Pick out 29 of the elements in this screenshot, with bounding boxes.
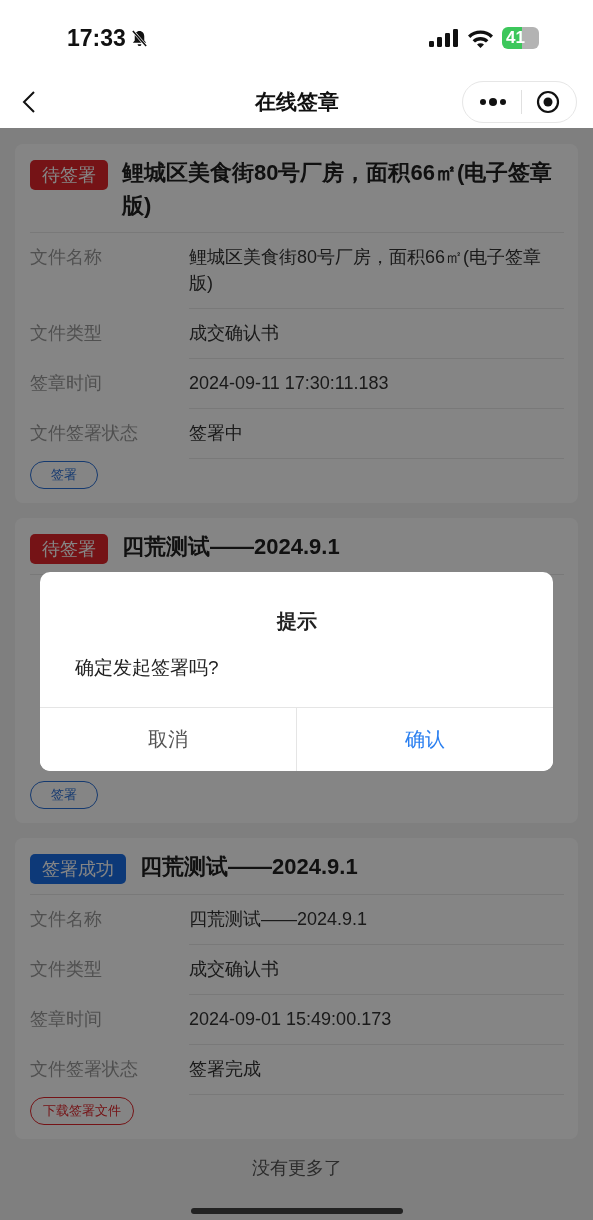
status-tag: 待签署 [30, 160, 108, 190]
list-end-text: 没有更多了 [250, 1157, 343, 1180]
action-button[interactable]: 签署 [30, 461, 98, 489]
action-button[interactable]: 签署 [30, 781, 98, 809]
close-target-icon[interactable] [536, 90, 560, 114]
status-time: 17:33 [67, 24, 126, 52]
field-value: 签署中 [189, 422, 244, 445]
wifi-icon [467, 28, 495, 48]
more-icon[interactable] [479, 97, 507, 107]
field-value: 四荒测试——2024.9.1 [189, 908, 369, 931]
page-title: 在线签章 [254, 89, 339, 115]
dialog-button[interactable]: 确认 [296, 708, 553, 771]
dialog-message: 确定发起签署吗? [74, 656, 220, 680]
field-value: 鲤城区美食街80号厂房，面积66㎡(电子签章版) [189, 246, 543, 295]
bell-off-icon [129, 28, 149, 48]
field-value: 成交确认书 [189, 958, 280, 981]
back-icon[interactable] [22, 90, 36, 114]
field-value: 签署完成 [189, 1058, 262, 1081]
field-value: 2024-09-11 17:30:11.183 [189, 372, 390, 395]
field-value: 成交确认书 [189, 322, 280, 345]
action-button[interactable]: 下载签署文件 [30, 1097, 134, 1125]
record-title: 鲤城区美食街80号厂房，面积66㎡(电子签章版) [122, 159, 554, 220]
status-tag: 待签署 [30, 534, 108, 564]
record-title: 四荒测试——2024.9.1 [140, 853, 359, 881]
field-value: 2024-09-01 15:49:00.173 [189, 1008, 393, 1031]
dialog-title: 提示 [275, 609, 318, 634]
status-tag: 签署成功 [30, 854, 126, 884]
record-title: 四荒测试——2024.9.1 [122, 533, 341, 561]
signal-icon [429, 29, 460, 47]
